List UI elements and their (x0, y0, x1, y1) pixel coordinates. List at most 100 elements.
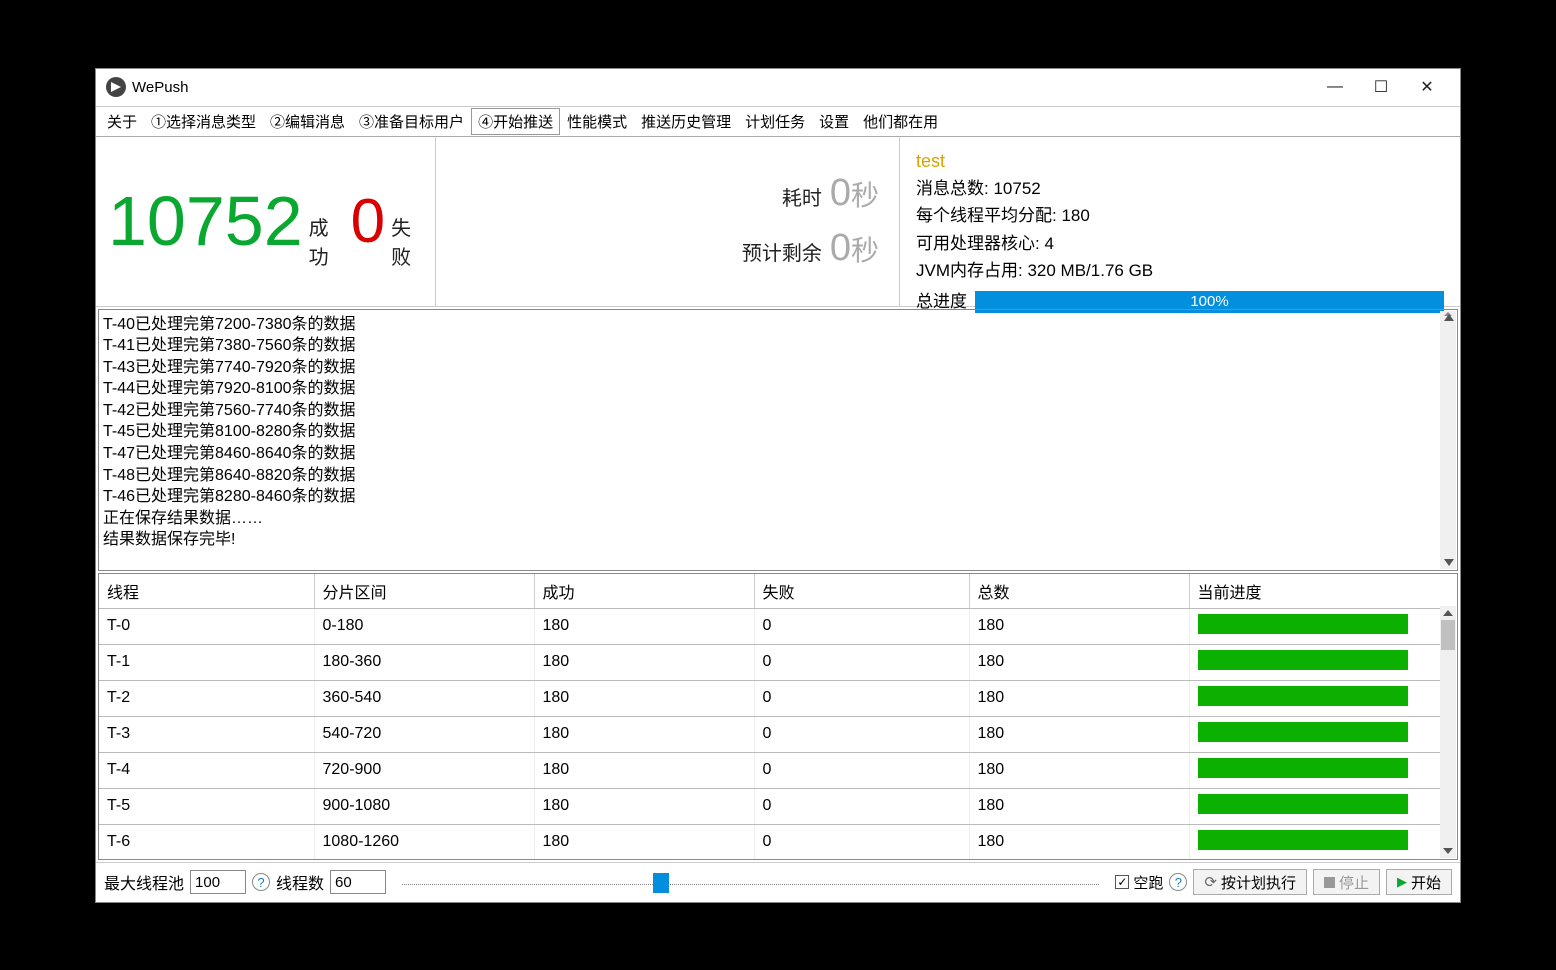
scrollbar-thumb[interactable] (1441, 620, 1455, 650)
menubar: 关于①选择消息类型②编辑消息③准备目标用户④开始推送性能模式推送历史管理计划任务… (96, 107, 1460, 137)
thread-slider[interactable] (402, 870, 1099, 894)
tab-6[interactable]: 推送历史管理 (634, 108, 738, 135)
start-button[interactable]: ▶开始 (1386, 869, 1452, 895)
table-header[interactable]: 成功 (534, 574, 754, 609)
log-line: T-44已处理完第7920-8100条的数据 (103, 378, 1439, 400)
log-line: T-41已处理完第7380-7560条的数据 (103, 335, 1439, 357)
maximize-button[interactable]: ☐ (1358, 72, 1404, 102)
table-row[interactable]: T-5900-10801800180 (99, 788, 1441, 824)
tab-8[interactable]: 设置 (812, 108, 856, 135)
jvm-label: JVM内存占用: (916, 261, 1023, 280)
table-scrollbar[interactable] (1440, 606, 1456, 858)
table-row[interactable]: T-00-1801800180 (99, 608, 1441, 644)
table-row[interactable]: T-3540-7201800180 (99, 716, 1441, 752)
dryrun-checkbox[interactable]: ✓ 空跑 (1115, 872, 1163, 893)
test-name: test (916, 147, 1444, 176)
log-line: T-48已处理完第8640-8820条的数据 (103, 465, 1439, 487)
table-cell: 180 (534, 752, 754, 788)
row-progress-bar (1198, 614, 1408, 634)
remain-value: 0 (830, 227, 851, 270)
progress-cell (1189, 608, 1441, 644)
row-progress-bar (1198, 794, 1408, 814)
schedule-button[interactable]: ⟳按计划执行 (1193, 869, 1307, 895)
titlebar: WePush — ☐ ✕ (96, 69, 1460, 107)
log-output[interactable]: T-40已处理完第7200-7380条的数据T-41已处理完第7380-7560… (98, 309, 1458, 571)
progress-cell (1189, 752, 1441, 788)
table-header[interactable]: 当前进度 (1189, 574, 1441, 609)
table-header[interactable]: 失败 (754, 574, 969, 609)
table-header[interactable]: 分片区间 (314, 574, 534, 609)
stats-info: test 消息总数: 10752 每个线程平均分配: 180 可用处理器核心: … (900, 137, 1460, 306)
scroll-down-icon[interactable] (1444, 559, 1454, 566)
scroll-up-icon[interactable] (1443, 610, 1453, 616)
table-row[interactable]: T-61080-12601800180 (99, 824, 1441, 860)
tab-9[interactable]: 他们都在用 (856, 108, 945, 135)
fail-label: 失败 (391, 212, 419, 270)
table-cell: T-6 (99, 824, 314, 860)
scroll-up-icon[interactable] (1444, 314, 1454, 321)
table-cell: 180 (534, 680, 754, 716)
table-cell: 360-540 (314, 680, 534, 716)
tab-1[interactable]: ①选择消息类型 (144, 108, 263, 135)
app-title: WePush (132, 79, 188, 96)
help-icon[interactable]: ? (252, 873, 270, 891)
log-line: T-46已处理完第8280-8460条的数据 (103, 486, 1439, 508)
thread-count-input[interactable] (330, 870, 386, 894)
table-cell: 180 (534, 788, 754, 824)
table-row[interactable]: T-1180-3601800180 (99, 644, 1441, 680)
stats-panel: 10752 成功 0 失败 耗时 0秒 预计剩余 0秒 test 消息总数: 1… (96, 137, 1460, 307)
elapsed-label: 耗时 (782, 182, 822, 211)
stop-button[interactable]: 停止 (1313, 869, 1380, 895)
table-cell: 180-360 (314, 644, 534, 680)
tab-3[interactable]: ③准备目标用户 (352, 108, 471, 135)
elapsed-value: 0 (830, 172, 851, 215)
dryrun-label: 空跑 (1133, 872, 1163, 893)
max-pool-input[interactable] (190, 870, 246, 894)
refresh-icon: ⟳ (1204, 873, 1217, 891)
table-cell: 900-1080 (314, 788, 534, 824)
stats-success-fail: 10752 成功 0 失败 (96, 137, 436, 306)
log-line: T-45已处理完第8100-8280条的数据 (103, 421, 1439, 443)
table-cell: 1080-1260 (314, 824, 534, 860)
close-button[interactable]: ✕ (1404, 72, 1450, 102)
tab-2[interactable]: ②编辑消息 (263, 108, 352, 135)
tab-4[interactable]: ④开始推送 (471, 108, 560, 135)
table-row[interactable]: T-2360-5401800180 (99, 680, 1441, 716)
play-icon: ▶ (1397, 874, 1407, 890)
row-progress-bar (1198, 722, 1408, 742)
table-header[interactable]: 总数 (969, 574, 1189, 609)
progress-cell (1189, 716, 1441, 752)
tab-5[interactable]: 性能模式 (560, 108, 634, 135)
table-cell: 180 (969, 680, 1189, 716)
slider-thumb[interactable] (653, 873, 669, 893)
remain-unit: 秒 (851, 229, 879, 269)
success-count: 10752 (108, 181, 303, 261)
max-pool-label: 最大线程池 (104, 870, 184, 894)
per-thread-label: 每个线程平均分配: (916, 206, 1057, 225)
remain-label: 预计剩余 (742, 237, 822, 266)
success-label: 成功 (309, 212, 337, 270)
fail-count: 0 (351, 186, 385, 257)
log-scrollbar[interactable] (1440, 311, 1456, 569)
table-cell: 180 (969, 752, 1189, 788)
table-cell: 180 (534, 716, 754, 752)
table-cell: 180 (534, 824, 754, 860)
log-line: T-40已处理完第7200-7380条的数据 (103, 314, 1439, 336)
table-cell: 180 (969, 608, 1189, 644)
tab-0[interactable]: 关于 (100, 108, 144, 135)
table-cell: T-3 (99, 716, 314, 752)
help-icon[interactable]: ? (1169, 873, 1187, 891)
scroll-down-icon[interactable] (1443, 848, 1453, 854)
table-header[interactable]: 线程 (99, 574, 314, 609)
msg-total-label: 消息总数: (916, 179, 989, 198)
thread-table: 线程分片区间成功失败总数当前进度T-00-1801800180T-1180-36… (98, 573, 1458, 860)
progress-cell (1189, 824, 1441, 860)
elapsed-unit: 秒 (851, 174, 879, 214)
per-thread-value: 180 (1061, 206, 1089, 225)
tab-7[interactable]: 计划任务 (738, 108, 812, 135)
row-progress-bar (1198, 650, 1408, 670)
minimize-button[interactable]: — (1312, 72, 1358, 102)
table-row[interactable]: T-4720-9001800180 (99, 752, 1441, 788)
row-progress-bar (1198, 686, 1408, 706)
table-cell: 720-900 (314, 752, 534, 788)
